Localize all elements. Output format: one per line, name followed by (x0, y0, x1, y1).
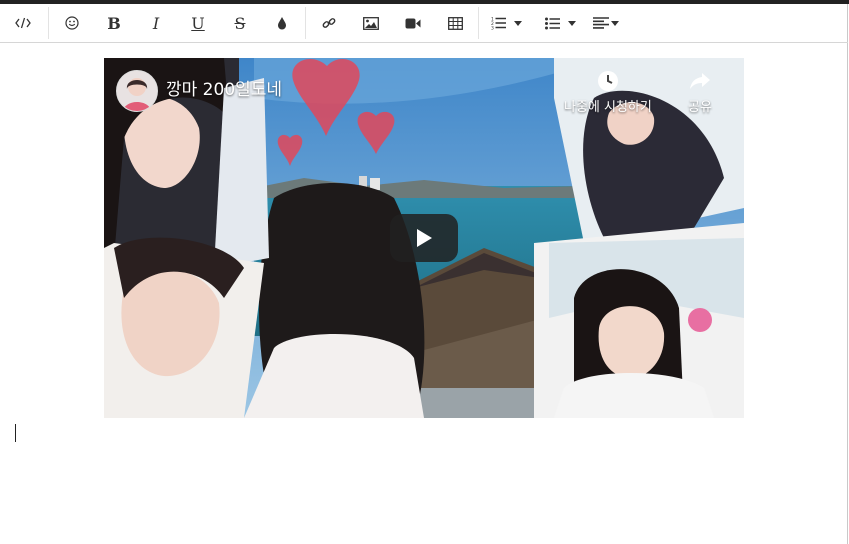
code-view-button[interactable] (0, 4, 46, 43)
chevron-down-icon (568, 20, 576, 26)
watch-later-label: 나중에 시청하기 (564, 100, 652, 115)
chevron-down-icon (514, 20, 522, 26)
video-camera-icon (405, 18, 421, 28)
watch-later-button[interactable]: 나중에 시청하기 (564, 70, 652, 115)
toolbar-separator (478, 7, 479, 39)
bold-label: B (107, 13, 121, 33)
align-button[interactable] (589, 4, 629, 43)
toolbar-group-format: B I U S (51, 4, 303, 42)
image-icon (363, 16, 379, 30)
toolbar-group-insert (308, 4, 476, 42)
share-button[interactable]: 공유 (688, 70, 712, 115)
image-button[interactable] (350, 4, 392, 43)
play-icon (417, 229, 432, 247)
italic-button[interactable]: I (135, 4, 177, 43)
underline-label: U (191, 13, 205, 33)
ordered-list-icon: 1 2 3 (491, 17, 506, 31)
editor-content-area[interactable]: 깡마 200일도네 나중에 시청하기 공유 (0, 44, 848, 544)
unordered-list-button[interactable] (535, 4, 589, 43)
text-cursor (15, 424, 16, 442)
link-button[interactable] (308, 4, 350, 43)
chevron-down-icon (611, 20, 619, 26)
video-title[interactable]: 깡마 200일도네 (166, 75, 282, 100)
italic-label: I (152, 13, 160, 33)
toolbar-separator (305, 7, 306, 39)
play-button[interactable] (390, 214, 458, 262)
share-icon (689, 73, 710, 89)
svg-text:3: 3 (491, 26, 494, 31)
toolbar-separator (48, 7, 49, 39)
table-icon (447, 16, 463, 30)
ordered-list-button[interactable]: 1 2 3 (481, 4, 535, 43)
link-icon (322, 18, 336, 28)
code-icon (15, 17, 31, 29)
embedded-video-player[interactable]: 깡마 200일도네 나중에 시청하기 공유 (104, 58, 744, 418)
rich-text-editor: B I U S 1 2 3 깡마 200일도네 나중에 시청하기 공유 (0, 0, 849, 544)
strikethrough-button[interactable]: S (219, 4, 261, 43)
bold-button[interactable]: B (93, 4, 135, 43)
emoji-button[interactable] (51, 4, 93, 43)
ink-drop-icon (278, 17, 286, 30)
underline-button[interactable]: U (177, 4, 219, 43)
video-button[interactable] (392, 4, 434, 43)
clock-icon (597, 71, 618, 91)
toolbar-group-view (0, 4, 46, 42)
toolbar-group-paragraph: 1 2 3 (481, 4, 629, 42)
align-left-icon (593, 17, 609, 29)
share-label: 공유 (688, 100, 712, 115)
strikethrough-label: S (234, 13, 246, 33)
editor-toolbar: B I U S 1 2 3 (0, 4, 848, 43)
avatar-image (123, 78, 151, 111)
color-button[interactable] (261, 4, 303, 43)
channel-avatar[interactable] (116, 70, 158, 112)
table-button[interactable] (434, 4, 476, 43)
unordered-list-icon (545, 17, 560, 29)
smiley-icon (65, 16, 79, 30)
